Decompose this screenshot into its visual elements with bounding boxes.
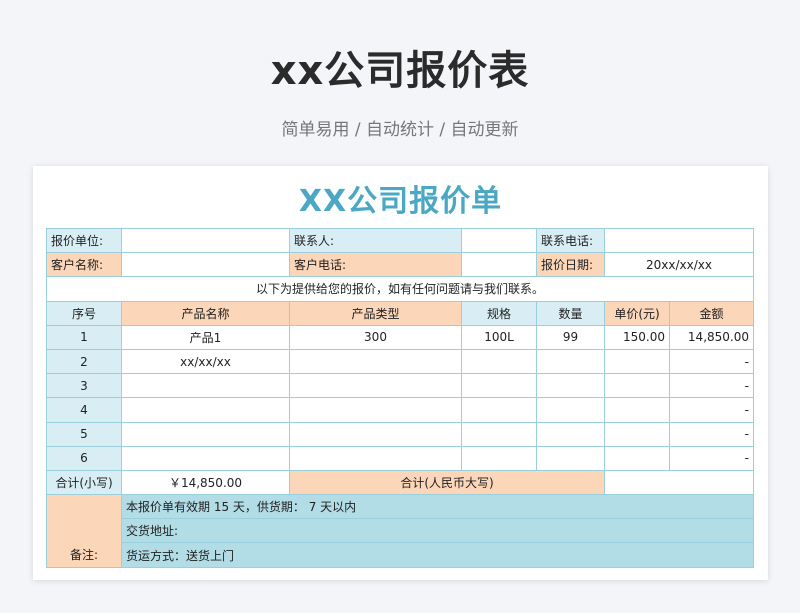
note-line[interactable]: 货运方式：送货上门 [121,542,754,568]
cell-quantity[interactable] [536,373,605,399]
info-row-1: 报价单位: 联系人: 联系电话: [46,227,754,254]
quote-date-value[interactable]: 20xx/xx/xx [604,252,754,278]
info-row-2: 客户名称: 客户电话: 报价日期: 20xx/xx/xx [46,252,754,278]
cell-unit-price[interactable] [604,373,670,399]
cell-amount: 14,850.00 [669,324,754,350]
cell-quantity[interactable] [536,397,605,423]
cell-product-name[interactable] [121,397,290,423]
cell-spec[interactable]: 100L [461,324,537,350]
cell-unit-price[interactable] [604,348,670,375]
table-row: 4 - [46,397,754,423]
cell-spec[interactable] [461,421,537,447]
cell-amount: - [669,348,754,375]
cell-product-name[interactable]: xx/xx/xx [121,348,290,375]
cell-product-name[interactable]: 产品1 [121,324,290,350]
cell-product-type[interactable] [289,348,462,375]
intro-text: 以下为提供给您的报价，如有任何问题请与我们联系。 [46,276,754,302]
quote-sheet: XX公司报价单 报价单位: 联系人: 联系电话: 客户名称: 客户电话: 报价日… [33,166,768,580]
quote-unit-label: 报价单位: [46,227,122,254]
quote-table: 报价单位: 联系人: 联系电话: 客户名称: 客户电话: 报价日期: 20xx/… [46,227,754,568]
row-index: 6 [46,445,122,471]
total-lower-value: ￥14,850.00 [121,469,290,496]
cell-product-type[interactable] [289,373,462,399]
cell-spec[interactable] [461,348,537,375]
table-header: 序号 产品名称 产品类型 规格 数量 单价(元) 金额 [46,300,754,326]
row-index: 4 [46,397,122,423]
contact-phone-value[interactable] [604,227,754,254]
cell-spec[interactable] [461,373,537,399]
table-row: 3 - [46,373,754,399]
page-subtitle: 简单易用 / 自动统计 / 自动更新 [281,120,519,140]
contact-phone-label: 联系电话: [536,227,605,254]
cell-spec[interactable] [461,445,537,471]
cell-unit-price[interactable] [604,445,670,471]
notes-row-1: 备注: 本报价单有效期 15 天，供货期： 7 天以内 [46,494,754,568]
row-index: 1 [46,324,122,350]
cell-quantity[interactable] [536,445,605,471]
cell-product-type[interactable] [289,445,462,471]
page-title: xx公司报价表 [270,48,530,94]
cell-spec[interactable] [461,397,537,423]
intro-row: 以下为提供给您的报价，如有任何问题请与我们联系。 [46,276,754,302]
contact-value[interactable] [461,227,537,254]
quote-unit-value[interactable] [121,227,290,254]
table-row: 5 - [46,421,754,447]
col-header-index: 序号 [46,300,122,326]
total-row: 合计(小写) ￥14,850.00 合计(人民币大写) [46,469,754,496]
note-line[interactable]: 交货地址: [121,518,754,544]
cell-product-name[interactable] [121,421,290,447]
cell-amount: - [669,397,754,423]
row-index: 5 [46,421,122,447]
total-upper-label: 合计(人民币大写) [289,469,605,496]
customer-name-label: 客户名称: [46,252,122,278]
col-header-spec: 规格 [461,300,537,326]
cell-unit-price[interactable] [604,421,670,447]
notes-label: 备注: [46,494,122,568]
col-header-unit-price: 单价(元) [604,300,670,326]
cell-amount: - [669,445,754,471]
cell-product-type[interactable]: 300 [289,324,462,350]
cell-quantity[interactable] [536,348,605,375]
notes-row-3: 货运方式：送货上门 [47,542,754,568]
note-line[interactable]: 本报价单有效期 15 天，供货期： 7 天以内 [121,494,754,520]
contact-label: 联系人: [289,227,462,254]
col-header-product-type: 产品类型 [289,300,462,326]
cell-product-type[interactable] [289,421,462,447]
col-header-quantity: 数量 [536,300,605,326]
row-index: 3 [46,373,122,399]
notes-row-2: 交货地址: [47,518,754,544]
cell-product-name[interactable] [121,373,290,399]
cell-product-name[interactable] [121,445,290,471]
cell-amount: - [669,373,754,399]
row-index: 2 [46,348,122,375]
cell-unit-price[interactable] [604,397,670,423]
cell-amount: - [669,421,754,447]
total-upper-value [604,469,754,496]
col-header-amount: 金额 [669,300,754,326]
quote-date-label: 报价日期: [536,252,605,278]
cell-quantity[interactable]: 99 [536,324,605,350]
cell-unit-price[interactable]: 150.00 [604,324,670,350]
customer-name-value[interactable] [121,252,290,278]
table-row: 1 产品1 300 100L 99 150.00 14,850.00 [46,324,754,350]
cell-product-type[interactable] [289,397,462,423]
total-lower-label: 合计(小写) [46,469,122,496]
customer-phone-value[interactable] [461,252,537,278]
col-header-product-name: 产品名称 [121,300,290,326]
table-row: 2 xx/xx/xx - [46,348,754,375]
customer-phone-label: 客户电话: [289,252,462,278]
sheet-title: XX公司报价单 [298,184,503,219]
cell-quantity[interactable] [536,421,605,447]
table-row: 6 - [46,445,754,471]
